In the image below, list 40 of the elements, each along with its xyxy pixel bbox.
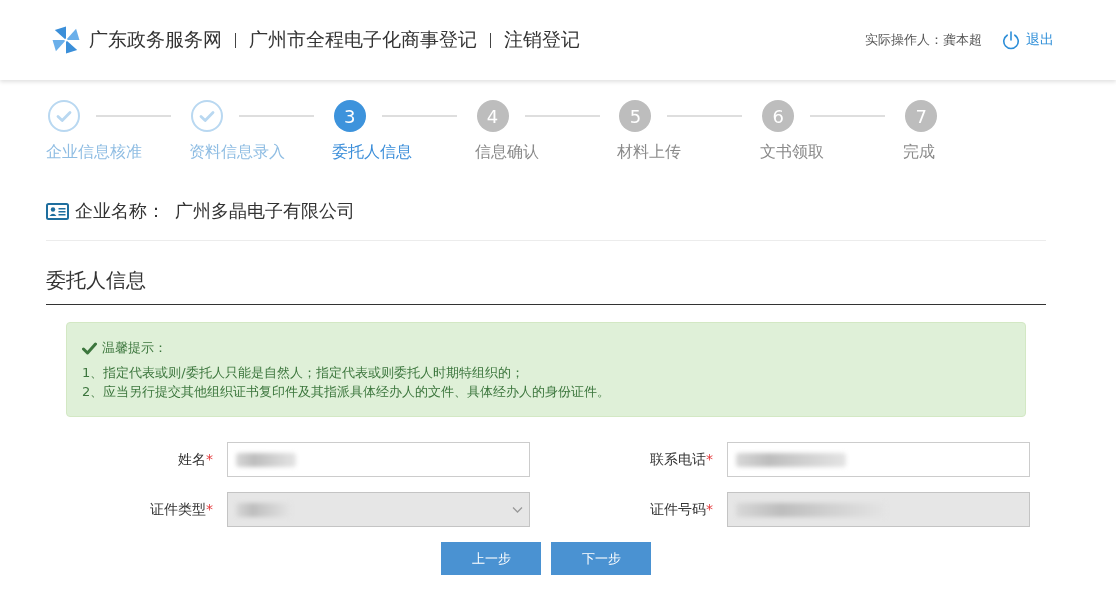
company-name: 广州多晶电子有限公司 <box>175 199 355 223</box>
step-label: 信息确认 <box>474 142 539 163</box>
required-mark: * <box>206 450 213 469</box>
next-step-button[interactable]: 下一步 <box>551 542 651 575</box>
notice-title: 温馨提示： <box>102 339 167 357</box>
step-number: 7 <box>905 100 938 132</box>
section-title: 委托人信息 <box>46 267 146 294</box>
required-mark: * <box>706 500 713 519</box>
chevron-down-icon <box>512 506 523 514</box>
step-label: 完成 <box>903 142 936 163</box>
id-card-icon <box>46 202 69 220</box>
step-label: 委托人信息 <box>331 142 412 163</box>
required-mark: * <box>206 500 213 519</box>
company-label: 企业名称： <box>75 199 165 223</box>
step-number: 6 <box>762 100 795 132</box>
notice-text: 2、应当另行提交其他组织证书复印件及其指派具体经办人的文件、具体经办人的身份证件。 <box>82 383 612 401</box>
step-number: 4 <box>476 100 509 132</box>
header-title: 广州市全程电子化商事登记 <box>249 27 477 52</box>
step-label: 文书领取 <box>760 142 825 163</box>
input-field[interactable] <box>727 442 1030 477</box>
operator-name: 实际操作人：龚本超 <box>865 31 982 49</box>
site-name: 广东政务服务网 <box>89 27 222 52</box>
step-label: 资料信息录入 <box>188 142 285 163</box>
header-title: 注销登记 <box>504 27 580 52</box>
previous-step-button[interactable]: 上一步 <box>441 542 541 575</box>
check-icon <box>82 341 97 355</box>
field-label: 联系电话 <box>650 450 706 469</box>
field-label: 证件类型 <box>150 500 206 519</box>
step-number: 5 <box>619 100 652 132</box>
required-mark: * <box>706 450 713 469</box>
logout-link[interactable]: 退出 <box>1002 30 1054 50</box>
field-label: 证件号码 <box>650 500 706 519</box>
pinwheel-logo-icon <box>52 26 80 54</box>
step-number: 3 <box>333 100 366 132</box>
notice-text: 1、指定代表或则/委托人只能是自然人；指定代表或则委托人时期特组织的； <box>82 364 525 382</box>
input-field[interactable] <box>227 442 530 477</box>
step-label: 企业信息核准 <box>46 142 142 163</box>
step-label: 材料上传 <box>617 142 682 163</box>
power-icon <box>1002 30 1020 50</box>
field-label: 姓名 <box>178 450 206 469</box>
